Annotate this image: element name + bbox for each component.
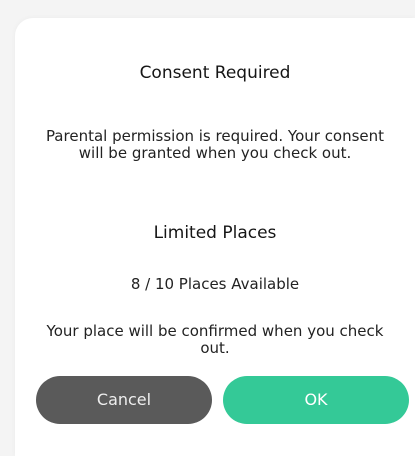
limited-places-title: Limited Places (153, 223, 277, 243)
ok-button[interactable]: OK (223, 376, 409, 424)
consent-dialog: Consent Required Parental permission is … (15, 18, 415, 456)
cancel-button[interactable]: Cancel (36, 376, 212, 424)
places-available-text: 8 / 10 Places Available (130, 275, 300, 293)
consent-title: Consent Required (139, 63, 291, 83)
consent-message: Parental permission is required. Your co… (45, 127, 385, 162)
place-confirmation-message: Your place will be confirmed when you ch… (46, 322, 384, 357)
